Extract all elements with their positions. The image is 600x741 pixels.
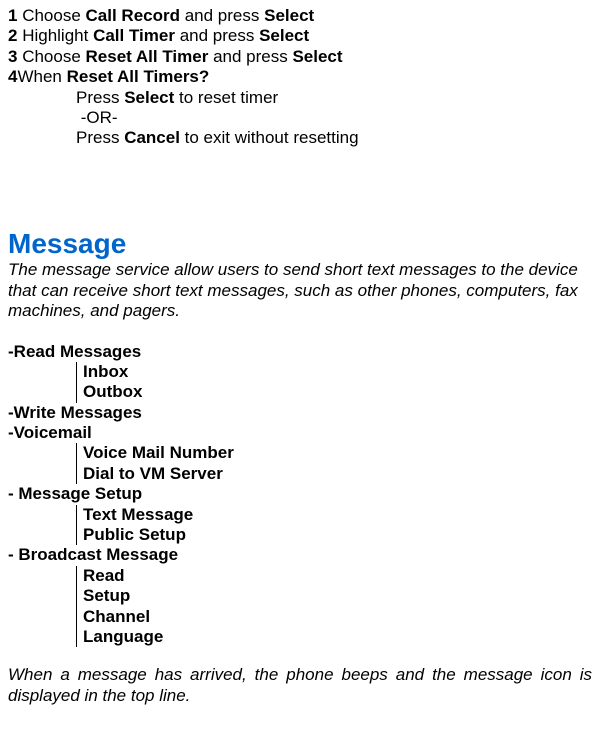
step-2: 2 Highlight Call Timer and press Select [8, 26, 592, 46]
l3-post: to exit without resetting [180, 128, 359, 147]
step-3-b1: Reset All Timer [86, 47, 209, 66]
tree-read: Read [83, 566, 592, 586]
tree-language: Language [83, 627, 592, 647]
step-3-mid: and press [208, 47, 292, 66]
step-3-pre: Choose [17, 47, 85, 66]
step-4: 4When Reset All Timers? [8, 67, 592, 87]
tree-voicemail: -Voicemail [8, 423, 592, 443]
step-4-line2: -OR- [76, 108, 592, 128]
tree-broadcast-children: Read Setup Channel Language [76, 566, 592, 648]
step-1-b1: Call Record [86, 6, 180, 25]
tree-text-message: Text Message [83, 505, 592, 525]
step-2-pre: Highlight [17, 26, 93, 45]
tree-voicemail-children: Voice Mail Number Dial to VM Server [76, 443, 592, 484]
tree-message-setup: - Message Setup [8, 484, 592, 504]
step-1-mid: and press [180, 6, 264, 25]
tree-inbox: Inbox [83, 362, 592, 382]
tree-broadcast-message: - Broadcast Message [8, 545, 592, 565]
l3-b: Cancel [124, 128, 180, 147]
tree-read-messages-children: Inbox Outbox [76, 362, 592, 403]
l3-pre: Press [76, 128, 124, 147]
step-2-b2: Select [259, 26, 309, 45]
footer-text: When a message has arrived, the phone be… [8, 665, 592, 706]
step-4-line3: Press Cancel to exit without resetting [76, 128, 592, 148]
tree-read-messages: -Read Messages [8, 342, 592, 362]
tree-dial-vm: Dial to VM Server [83, 464, 592, 484]
step-2-mid: and press [175, 26, 259, 45]
section-title-message: Message [8, 227, 592, 261]
step-4-pre: When [17, 67, 66, 86]
step-4-b1: Reset All Timers? [67, 67, 210, 86]
section-intro: The message service allow users to send … [8, 260, 592, 321]
tree-vm-number: Voice Mail Number [83, 443, 592, 463]
step-1: 1 Choose Call Record and press Select [8, 6, 592, 26]
tree-public-setup: Public Setup [83, 525, 592, 545]
tree-channel: Channel [83, 607, 592, 627]
step-1-pre: Choose [17, 6, 85, 25]
l1-b: Select [124, 88, 174, 107]
tree-message-setup-children: Text Message Public Setup [76, 505, 592, 546]
step-4-line1: Press Select to reset timer [76, 88, 592, 108]
step-3: 3 Choose Reset All Timer and press Selec… [8, 47, 592, 67]
tree-write-messages: -Write Messages [8, 403, 592, 423]
step-2-b1: Call Timer [93, 26, 175, 45]
tree-outbox: Outbox [83, 382, 592, 402]
tree-setup: Setup [83, 586, 592, 606]
step-3-b2: Select [292, 47, 342, 66]
step-1-b2: Select [264, 6, 314, 25]
l1-pre: Press [76, 88, 124, 107]
l1-post: to reset timer [174, 88, 278, 107]
